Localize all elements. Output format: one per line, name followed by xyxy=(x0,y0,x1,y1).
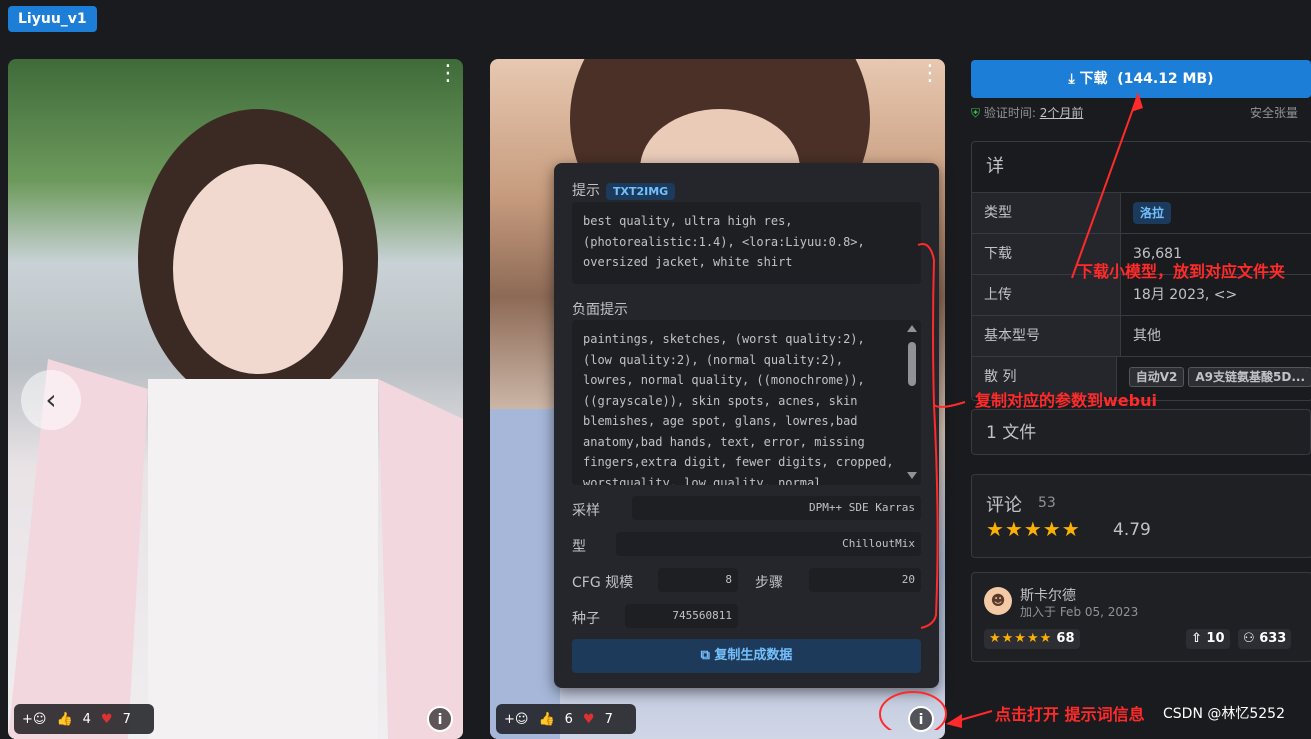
annotation-download: 下载小模型，放到对应文件夹 xyxy=(1077,262,1286,281)
watermark: CSDN @林忆5252 xyxy=(1163,706,1285,722)
annotation-info: 点击打开 提示词信息 xyxy=(995,705,1145,724)
annotation-overlay xyxy=(879,92,1143,730)
annotation-copy: 复制对应的参数到webui xyxy=(975,391,1157,410)
